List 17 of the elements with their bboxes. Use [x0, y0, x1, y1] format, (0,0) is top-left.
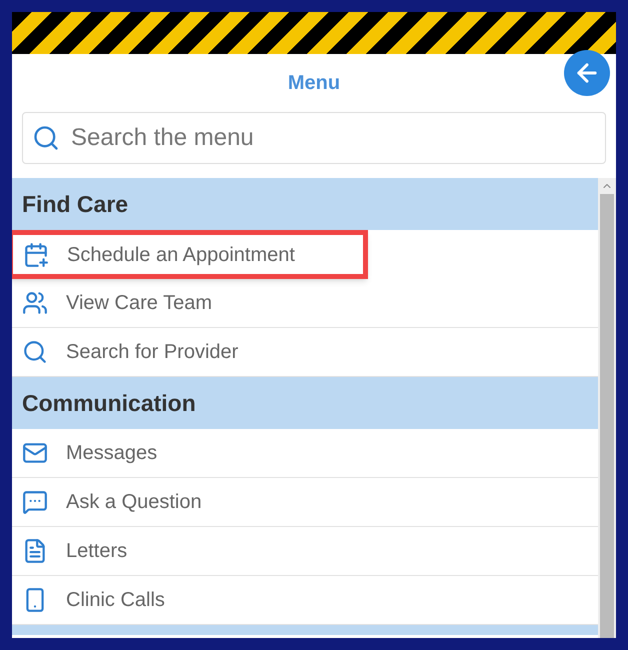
search-icon: [22, 339, 48, 365]
menu-item[interactable]: Ask a Question: [12, 478, 598, 527]
section-header: Find Care: [12, 178, 598, 230]
scrollbar[interactable]: [598, 178, 616, 638]
back-button[interactable]: [564, 50, 610, 96]
menu-item[interactable]: Schedule an Appointment: [12, 230, 368, 279]
menu-item[interactable]: View Care Team: [12, 279, 598, 328]
scrollbar-thumb[interactable]: [600, 194, 614, 638]
menu-item[interactable]: Letters: [12, 527, 598, 576]
menu-item[interactable]: Messages: [12, 429, 598, 478]
menu-title: Menu: [288, 71, 340, 96]
section-header: Communication: [12, 377, 598, 429]
chat-bubble-icon: [22, 489, 48, 515]
people-icon: [22, 290, 48, 316]
search-icon: [32, 124, 60, 152]
search-field[interactable]: Search the menu: [22, 112, 606, 164]
calendar-plus-icon: [23, 242, 49, 268]
